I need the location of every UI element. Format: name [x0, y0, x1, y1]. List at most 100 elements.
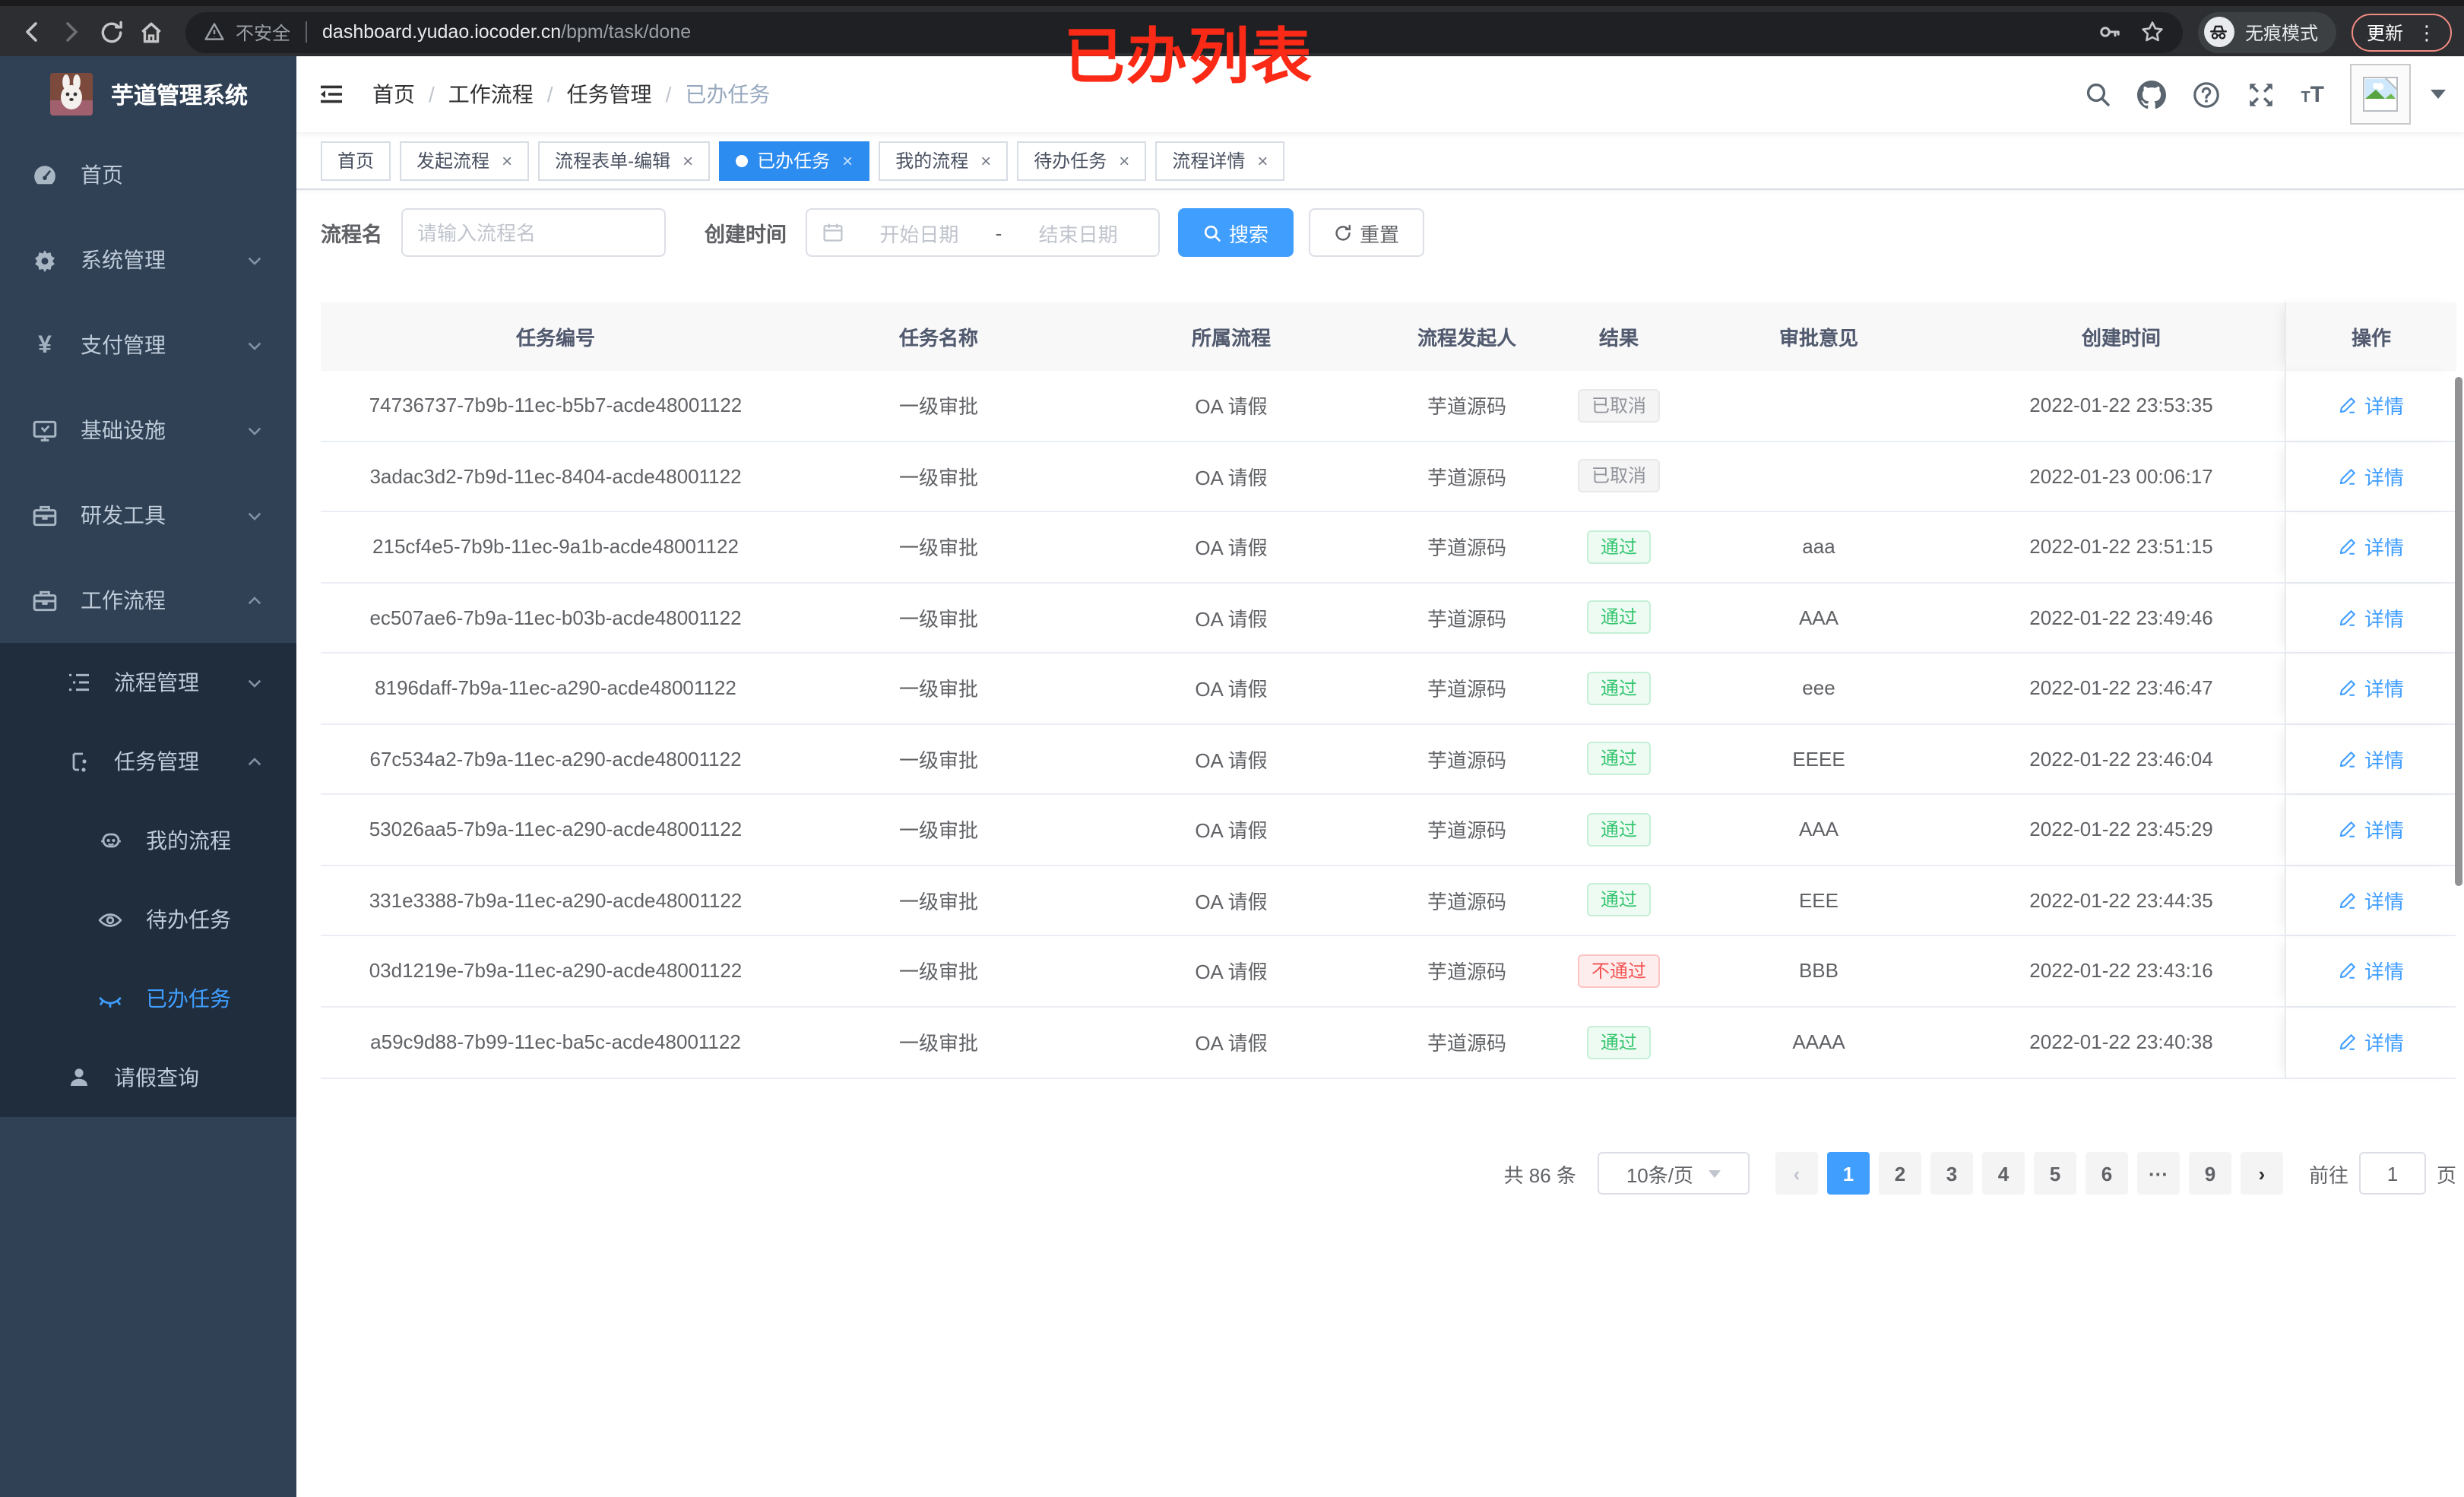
- close-tab-icon[interactable]: ×: [980, 150, 991, 171]
- browser-menu-icon[interactable]: ⋮: [2417, 22, 2437, 42]
- update-label: 更新: [2366, 22, 2403, 43]
- tab-流程详情[interactable]: 流程详情 ×: [1155, 141, 1285, 180]
- search-button[interactable]: 搜索: [1177, 208, 1294, 257]
- tab-流程表单-编辑[interactable]: 流程表单-编辑 ×: [538, 141, 711, 180]
- process-cell: OA 请假: [1195, 961, 1268, 984]
- bookmark-star-icon[interactable]: [2140, 20, 2165, 44]
- detail-link[interactable]: 详情: [2339, 603, 2404, 632]
- create-time-cell: 2022-01-22 23:45:29: [2029, 818, 2213, 841]
- tab-首页[interactable]: 首页: [321, 141, 391, 180]
- sidebar-item-leave-query[interactable]: 请假查询: [0, 1038, 296, 1117]
- list-tree-icon: [65, 669, 91, 695]
- github-icon[interactable]: [2136, 80, 2166, 109]
- sidebar-item-task-mgmt[interactable]: 任务管理: [0, 722, 296, 801]
- task-name-cell: 一级审批: [898, 1032, 978, 1055]
- back-icon[interactable]: [12, 12, 52, 52]
- col-actions: 操作: [2285, 302, 2456, 371]
- sidebar-item-devtools[interactable]: 研发工具: [0, 473, 296, 558]
- sidebar-item-home[interactable]: 首页: [0, 132, 296, 217]
- col-task-name: 任务名称: [898, 327, 978, 350]
- page-button-3[interactable]: 3: [1930, 1152, 1973, 1195]
- scrollbar-thumb[interactable]: [2455, 377, 2462, 886]
- app-logo[interactable]: 芋道管理系统: [0, 56, 296, 132]
- detail-link[interactable]: 详情: [2339, 886, 2404, 915]
- detail-link[interactable]: 详情: [2339, 674, 2404, 703]
- page-button-1[interactable]: 1: [1826, 1152, 1870, 1195]
- page-size-select[interactable]: 10条/页: [1597, 1152, 1750, 1195]
- avatar[interactable]: [2350, 64, 2411, 125]
- page-button-5[interactable]: 5: [2033, 1152, 2076, 1195]
- sidebar-item-process-mgmt[interactable]: 流程管理: [0, 643, 296, 722]
- detail-link[interactable]: 详情: [2339, 533, 2404, 562]
- tab-待办任务[interactable]: 待办任务 ×: [1017, 141, 1147, 180]
- avatar-caret-icon[interactable]: [2431, 90, 2446, 99]
- process-cell: OA 请假: [1195, 536, 1268, 560]
- sidebar-item-workflow[interactable]: 工作流程: [0, 558, 296, 643]
- process-cell: OA 请假: [1195, 819, 1268, 843]
- close-tab-icon[interactable]: ×: [1257, 150, 1268, 171]
- page-button-4[interactable]: 4: [1981, 1152, 2025, 1195]
- task-name-cell: 一级审批: [898, 395, 978, 419]
- detail-link[interactable]: 详情: [2339, 815, 2404, 844]
- task-id-cell: 331e3388-7b9a-11ec-a290-acde48001122: [369, 888, 743, 912]
- detail-link[interactable]: 详情: [2339, 391, 2404, 420]
- sidebar-item-infrastructure[interactable]: 基础设施: [0, 388, 296, 473]
- col-process: 所属流程: [1191, 327, 1271, 350]
- result-cell: 通过: [1558, 530, 1680, 564]
- sidebar-item-my-process[interactable]: 我的流程: [0, 801, 296, 880]
- reload-icon[interactable]: [91, 12, 131, 52]
- fullscreen-icon[interactable]: [2246, 80, 2275, 109]
- tab-我的流程[interactable]: 我的流程 ×: [879, 141, 1009, 180]
- tab-发起流程[interactable]: 发起流程 ×: [400, 141, 530, 180]
- breadcrumb-home[interactable]: 首页: [372, 79, 415, 109]
- edit-pen-icon: [2340, 468, 2356, 485]
- tab-已办任务[interactable]: 已办任务 ×: [719, 141, 870, 180]
- close-tab-icon[interactable]: ×: [842, 150, 853, 171]
- opinion-cell: BBB: [1798, 959, 1838, 983]
- filter-bar: 流程名 创建时间 开始日期 - 结束日期 搜索 重: [321, 208, 2464, 257]
- page-button-9[interactable]: 9: [2188, 1152, 2231, 1195]
- forward-icon[interactable]: [52, 12, 91, 52]
- password-key-icon[interactable]: [2098, 20, 2122, 44]
- breadcrumb-workflow[interactable]: 工作流程: [448, 79, 534, 109]
- briefcase-icon: [32, 587, 58, 613]
- close-tab-icon[interactable]: ×: [683, 150, 693, 171]
- tags-view-bar: 首页 发起流程 × 流程表单-编辑 × 已办任务 × 我的流程 × 待办任务 × 流程详情 ×: [296, 132, 2464, 190]
- more-pages-icon[interactable]: ···: [2136, 1152, 2180, 1195]
- search-button-icon: [1203, 224, 1220, 241]
- starter-cell: 芋道源码: [1427, 466, 1506, 489]
- prev-page-button[interactable]: ‹: [1775, 1152, 1818, 1195]
- home-icon[interactable]: [131, 12, 170, 52]
- pagination: 共 86 条 10条/页 ‹ 123456···9 › 前往 页: [321, 1152, 2456, 1195]
- table-header: 任务编号 任务名称 所属流程 流程发起人 结果 审批意见 创建时间 操作: [321, 302, 2456, 371]
- detail-link[interactable]: 详情: [2339, 462, 2404, 491]
- font-size-icon[interactable]: TT: [2301, 83, 2324, 106]
- col-task-id: 任务编号: [515, 327, 595, 350]
- sidebar-item-system[interactable]: 系统管理: [0, 217, 296, 302]
- close-tab-icon[interactable]: ×: [502, 150, 512, 171]
- sidebar-item-payment[interactable]: ¥ 支付管理: [0, 302, 296, 388]
- sidebar: 芋道管理系统 首页 系统管理 ¥ 支付管理 基础设施 研发工具 工作流程 流程管…: [0, 56, 296, 1497]
- page-button-6[interactable]: 6: [2085, 1152, 2128, 1195]
- close-tab-icon[interactable]: ×: [1119, 150, 1129, 171]
- date-range-input[interactable]: 开始日期 - 结束日期: [805, 208, 1159, 257]
- page-button-2[interactable]: 2: [1878, 1152, 1921, 1195]
- sidebar-item-done-tasks[interactable]: 已办任务: [0, 959, 296, 1038]
- help-icon[interactable]: [2191, 80, 2220, 109]
- col-opinion: 审批意见: [1778, 327, 1858, 350]
- edit-pen-icon: [2340, 539, 2356, 555]
- process-name-input[interactable]: [401, 208, 665, 257]
- search-icon[interactable]: [2083, 81, 2111, 108]
- sidebar-item-todo-tasks[interactable]: 待办任务: [0, 880, 296, 959]
- update-button[interactable]: 更新 ⋮: [2351, 13, 2452, 51]
- breadcrumb-task-mgmt[interactable]: 任务管理: [567, 79, 652, 109]
- chevron-up-icon: [248, 757, 261, 765]
- reset-button[interactable]: 重置: [1308, 208, 1424, 257]
- detail-link[interactable]: 详情: [2339, 745, 2404, 774]
- detail-link[interactable]: 详情: [2339, 957, 2404, 986]
- sidebar-fold-icon[interactable]: [318, 81, 345, 108]
- process-cell: OA 请假: [1195, 395, 1268, 419]
- detail-link[interactable]: 详情: [2339, 1028, 2404, 1057]
- goto-page-input[interactable]: [2358, 1152, 2426, 1195]
- next-page-button[interactable]: ›: [2240, 1152, 2283, 1195]
